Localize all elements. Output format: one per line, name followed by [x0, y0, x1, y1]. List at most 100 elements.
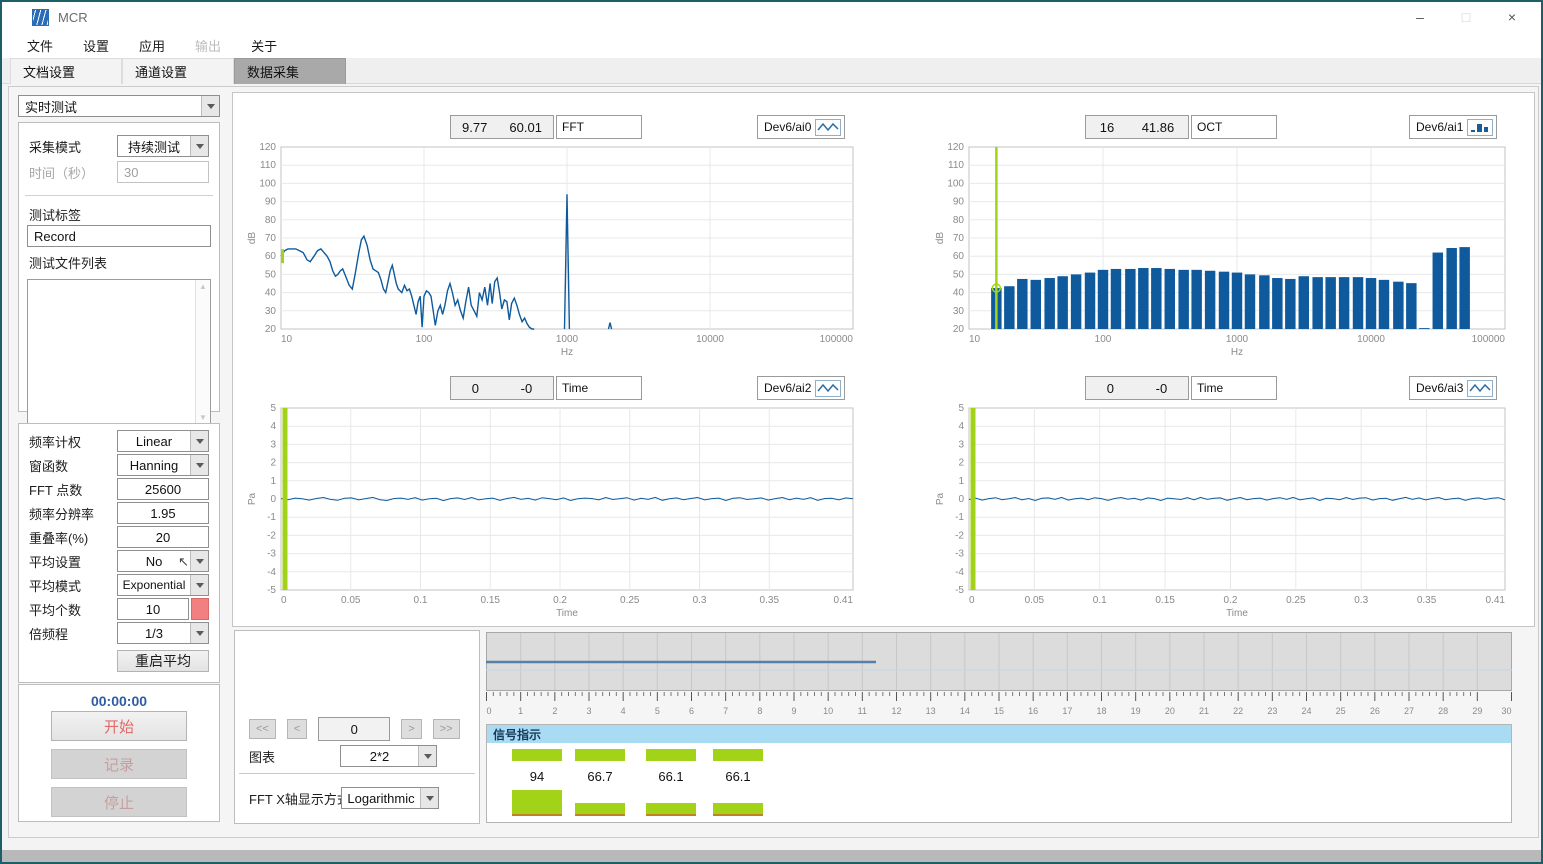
start-button[interactable]: 开始 [51, 711, 187, 741]
svg-text:0.25: 0.25 [1286, 595, 1306, 606]
svg-text:40: 40 [953, 288, 965, 299]
avg-count-input[interactable] [117, 598, 189, 620]
acq-time-input [117, 161, 209, 183]
svg-text:-3: -3 [267, 549, 276, 560]
svg-text:6: 6 [689, 706, 694, 716]
listbox-scrollbar[interactable]: ▲ ▼ [195, 280, 210, 424]
signal-meters: 9466.766.166.1 [487, 743, 1511, 816]
time2-chart[interactable]: -5-4-3-2-101234500.050.10.150.20.250.30.… [933, 402, 1513, 620]
menu-file[interactable]: 文件 [12, 32, 68, 59]
svg-text:30: 30 [265, 306, 277, 317]
svg-text:-4: -4 [955, 567, 964, 578]
signal-level-bar-bottom [713, 803, 763, 816]
fft-chart[interactable]: 2030405060708090100110120101001000100001… [245, 141, 861, 359]
menu-output: 输出 [180, 32, 236, 59]
svg-text:Pa: Pa [247, 492, 258, 505]
oct-cursor-readout: 1641.86 [1085, 115, 1189, 139]
avg-mode-select[interactable]: Exponential [117, 574, 209, 596]
time2-name-box[interactable]: Time [1191, 376, 1277, 400]
scroll-down-icon[interactable]: ▼ [199, 413, 207, 422]
avg-setting-select[interactable]: No [117, 550, 209, 572]
tab-document-settings[interactable]: 文档设置 [10, 58, 122, 84]
restart-average-button[interactable]: 重启平均 [117, 650, 209, 672]
time2-channel-box[interactable]: Dev6/ai3 [1409, 376, 1497, 400]
scroll-up-icon[interactable]: ▲ [199, 282, 207, 291]
test-file-listbox[interactable]: ▲ ▼ [27, 279, 211, 425]
svg-text:0.3: 0.3 [1354, 595, 1368, 606]
time1-name-box[interactable]: Time [556, 376, 642, 400]
nav-count-box[interactable]: 0 [318, 717, 390, 741]
signal-indicator-panel: 信号指示 9466.766.166.1 [486, 724, 1512, 823]
chevron-down-icon[interactable] [190, 575, 208, 595]
chevron-down-icon[interactable] [190, 455, 208, 475]
freq-weighting-select[interactable]: Linear [117, 430, 209, 452]
test-tag-input[interactable] [27, 225, 211, 247]
window-func-select[interactable]: Hanning [117, 454, 209, 476]
menu-about[interactable]: 关于 [236, 32, 292, 59]
svg-text:4: 4 [958, 421, 964, 432]
svg-text:8: 8 [757, 706, 762, 716]
time1-chart-cell: 0-0 Time Dev6/ai2 -5-4-3-2-101234500.050… [245, 376, 861, 622]
svg-text:0.05: 0.05 [1025, 595, 1045, 606]
svg-text:-1: -1 [955, 512, 964, 523]
svg-text:22: 22 [1233, 706, 1243, 716]
octave-select[interactable]: 1/3 [117, 622, 209, 644]
acq-mode-select[interactable]: 持续测试 [117, 135, 209, 157]
fft-name-box[interactable]: FFT [556, 115, 642, 139]
freq-resolution-input[interactable] [117, 502, 209, 524]
svg-text:80: 80 [953, 215, 965, 226]
overlap-input[interactable] [117, 526, 209, 548]
fft-channel-box[interactable]: Dev6/ai0 [757, 115, 845, 139]
svg-text:30: 30 [953, 306, 965, 317]
freq-resolution-label: 频率分辨率 [29, 504, 94, 523]
svg-text:19: 19 [1131, 706, 1141, 716]
chevron-down-icon[interactable] [190, 623, 208, 643]
tab-channel-settings[interactable]: 通道设置 [122, 58, 234, 84]
chevron-down-icon[interactable] [418, 746, 436, 766]
svg-text:15: 15 [994, 706, 1004, 716]
tab-data-acquisition[interactable]: 数据采集 [234, 58, 346, 84]
svg-text:0: 0 [958, 494, 964, 505]
window-func-label: 窗函数 [29, 456, 68, 475]
nav-prev-button[interactable]: < [287, 719, 307, 739]
time1-chart[interactable]: -5-4-3-2-101234500.050.10.150.20.250.30.… [245, 402, 861, 620]
nav-first-button[interactable]: << [249, 719, 276, 739]
svg-text:20: 20 [1165, 706, 1175, 716]
svg-text:29: 29 [1472, 706, 1482, 716]
test-mode-select[interactable]: 实时测试 [18, 95, 220, 117]
chart-layout-select[interactable]: 2*2 [340, 745, 437, 767]
oct-channel-box[interactable]: Dev6/ai1 [1409, 115, 1497, 139]
chevron-down-icon[interactable] [201, 96, 219, 116]
fft-xaxis-mode-select[interactable]: Logarithmic [341, 787, 439, 809]
svg-text:120: 120 [259, 142, 276, 153]
close-icon[interactable]: × [1489, 2, 1535, 32]
svg-text:Pa: Pa [935, 492, 946, 505]
menu-settings[interactable]: 设置 [68, 32, 124, 59]
svg-text:-3: -3 [955, 549, 964, 560]
recording-timeline[interactable]: 0123456789101112131415161718192021222324… [486, 632, 1512, 720]
chevron-down-icon[interactable] [420, 788, 438, 808]
nav-next-button[interactable]: > [401, 719, 421, 739]
svg-text:3: 3 [270, 439, 276, 450]
svg-text:100: 100 [416, 334, 433, 345]
svg-text:10000: 10000 [696, 334, 724, 345]
avg-mode-label: 平均模式 [29, 576, 81, 595]
chevron-down-icon[interactable] [190, 431, 208, 451]
menu-application[interactable]: 应用 [124, 32, 180, 59]
svg-text:0.1: 0.1 [1093, 595, 1107, 606]
chevron-down-icon[interactable] [190, 136, 208, 156]
maximize-icon[interactable]: □ [1443, 2, 1489, 32]
time1-channel-box[interactable]: Dev6/ai2 [757, 376, 845, 400]
bar-chart-icon [1467, 119, 1493, 136]
minimize-icon[interactable]: – [1397, 2, 1443, 32]
acquisition-groupbox: 采集模式 持续测试 时间（秒） 测试标签 测试文件列表 ▲ ▼ [18, 122, 220, 412]
svg-text:24: 24 [1301, 706, 1311, 716]
svg-text:0.25: 0.25 [620, 595, 640, 606]
nav-last-button[interactable]: >> [433, 719, 460, 739]
line-chart-icon [815, 380, 841, 397]
chevron-down-icon[interactable] [190, 551, 208, 571]
oct-chart[interactable]: 2030405060708090100110120101001000100001… [933, 141, 1513, 359]
oct-name-box[interactable]: OCT [1191, 115, 1277, 139]
fft-points-input[interactable] [117, 478, 209, 500]
test-tag-label: 测试标签 [29, 205, 81, 224]
